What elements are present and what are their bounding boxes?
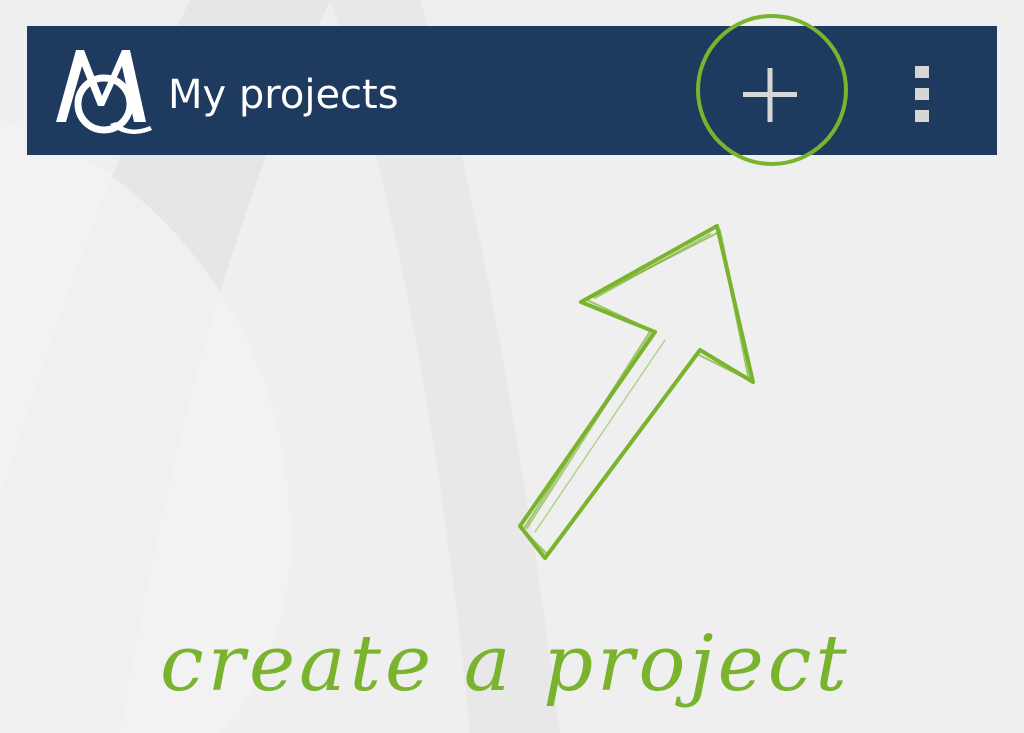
more-vertical-icon [915,66,929,122]
app-logo [52,44,156,140]
overflow-menu-button[interactable] [906,62,938,126]
page-title: My projects [168,72,399,118]
app-screen: My projects create a project [0,0,1024,733]
add-project-button[interactable] [733,58,807,132]
maxqda-logo-icon [56,50,152,134]
hint-caption: create a project [160,619,851,709]
plus-icon [743,68,797,122]
